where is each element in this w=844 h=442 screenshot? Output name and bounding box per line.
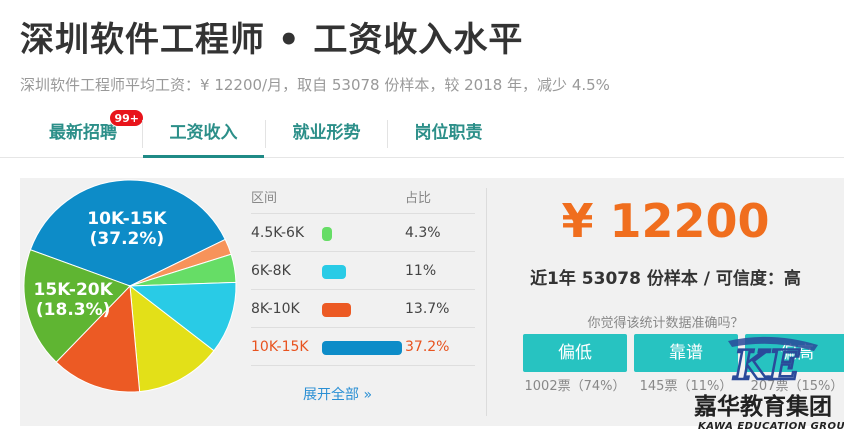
row-pct: 4.3% (405, 225, 441, 241)
logo-letters: KE (733, 342, 800, 385)
pie-label-15K-20K-pct: (18.3%) (36, 300, 111, 320)
row-bar (322, 303, 352, 317)
row-bar (322, 227, 332, 241)
table-row-highlighted: 10K-15K 37.2% (251, 328, 475, 366)
tab-bar: 最新招聘 99+ 工资收入 就业形势 岗位职责 (0, 109, 844, 158)
row-range: 6K-8K (251, 263, 291, 279)
row-range: 4.5K-6K (251, 225, 305, 241)
pie-label-15K-20K: 15K-20K (34, 280, 114, 300)
table-row: 6K-8K 11% (251, 252, 475, 290)
row-pct: 37.2% (405, 339, 450, 355)
tab-label: 就业形势 (292, 123, 361, 143)
tab-salary[interactable]: 工资收入 (143, 112, 264, 158)
table-header: 区间 占比 (251, 186, 475, 214)
average-salary: ¥ 12200 (561, 194, 770, 248)
pie-label-10K-15K: 10K-15K (87, 209, 167, 229)
header-pct: 占比 (405, 191, 432, 206)
row-bar (322, 341, 402, 355)
table-row: 4.5K-6K 4.3% (251, 214, 475, 252)
kawa-logo-icon: KE (728, 336, 818, 385)
row-range: 10K-15K (251, 339, 309, 355)
kawa-watermark-logo: KE 嘉华教育集团 KAWA EDUCATION GROUP (692, 335, 844, 442)
accuracy-question: 你觉得该统计数据准确吗？ (587, 316, 744, 331)
page-subtitle: 深圳软件工程师平均工资：¥ 12200/月，取自 53078 份样本，较 201… (20, 76, 610, 94)
table-row: 8K-10K 13.7% (251, 290, 475, 328)
salary-range-table: 区间 占比 4.5K-6K 4.3% 6K-8K 11% 8K-10K 13.7… (251, 186, 475, 366)
salary-pie-chart: 10K-15K(37.2%) 15K-20K(18.3%) (23, 179, 237, 393)
row-range: 8K-10K (251, 301, 300, 317)
header-range: 区间 (251, 191, 278, 206)
tab-job-duties[interactable]: 岗位职责 (388, 112, 509, 158)
pie-label-10K-15K-pct: (37.2%) (90, 229, 165, 249)
tab-label: 岗位职责 (414, 123, 483, 143)
notification-badge: 99+ (109, 109, 144, 127)
tab-label: 最新招聘 (49, 123, 117, 143)
row-pct: 11% (405, 263, 437, 279)
expand-all-link[interactable]: 展开全部 » (303, 384, 372, 404)
vote-low-count: 1002票（74%） (524, 379, 626, 394)
tab-label: 工资收入 (169, 123, 238, 143)
row-pct: 13.7% (405, 301, 450, 317)
logo-chinese-name: 嘉华教育集团 (694, 393, 832, 420)
tab-latest-jobs[interactable]: 最新招聘 99+ (24, 109, 144, 158)
row-bar (322, 265, 346, 279)
vote-low-button[interactable]: 偏低 (523, 334, 627, 372)
tab-employment[interactable]: 就业形势 (266, 112, 387, 158)
sample-info: 近1年 53078 份样本 / 可信度：高 (530, 269, 801, 289)
logo-english-name: KAWA EDUCATION GROUP (698, 421, 844, 432)
page-title: 深圳软件工程师 • 工资收入水平 (20, 20, 524, 60)
